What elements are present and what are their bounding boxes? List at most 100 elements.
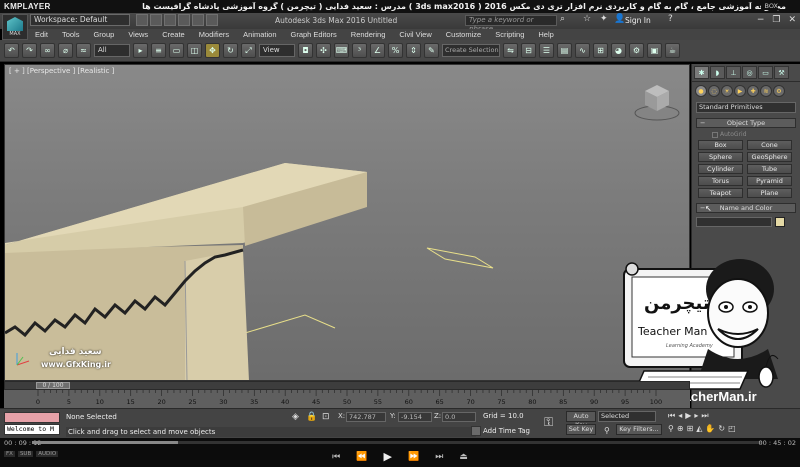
select-by-name-icon[interactable]: ≡ <box>151 43 166 58</box>
track-bar[interactable]: 0 5 10 15 20 25 30 35 40 45 50 55 60 65 70 75 80 85 90 95 10… <box>4 390 690 408</box>
search-icon[interactable]: ⌕ <box>560 14 565 24</box>
maximize-viewport-icon[interactable]: ◰ <box>728 424 736 433</box>
player-next-icon[interactable]: ⏭ <box>435 452 443 462</box>
menu-graph-editors[interactable]: Graph Editors <box>284 30 344 39</box>
play-animation-icon[interactable]: ▶ <box>685 411 691 421</box>
time-slider[interactable]: 0 / 100 <box>4 381 690 390</box>
select-and-scale-icon[interactable]: ⤢ <box>241 43 256 58</box>
unlink-icon[interactable]: ⌀ <box>58 43 73 58</box>
go-to-end-icon[interactable]: ⏭ <box>701 411 708 421</box>
isolate-selection-icon[interactable]: ◈ <box>292 412 299 422</box>
exchange-icon[interactable]: ✦ <box>600 14 608 24</box>
percent-snap-icon[interactable]: % <box>388 43 403 58</box>
star-icon[interactable]: ☆ <box>583 14 591 24</box>
select-object-icon[interactable]: ▸ <box>133 43 148 58</box>
display-tab-icon[interactable]: ▭ <box>758 66 773 79</box>
menu-tools[interactable]: Tools <box>55 30 87 39</box>
systems-icon[interactable]: ⚙ <box>773 85 785 97</box>
help-icon[interactable]: ? <box>668 14 673 24</box>
window-crossing-icon[interactable]: ◫ <box>187 43 202 58</box>
render-setup-icon[interactable]: ⚙ <box>629 43 644 58</box>
bind-space-warp-icon[interactable]: ≈ <box>76 43 91 58</box>
menu-animation[interactable]: Animation <box>236 30 283 39</box>
lights-icon[interactable]: ☀ <box>721 85 733 97</box>
align-icon[interactable]: ⊟ <box>521 43 536 58</box>
spinner-snap-icon[interactable]: ⇕ <box>406 43 421 58</box>
menu-edit[interactable]: Edit <box>28 30 55 39</box>
player-corner-label[interactable]: BOX <box>760 2 778 10</box>
render-production-icon[interactable]: ☕ <box>665 43 680 58</box>
z-coord-field[interactable]: 0.0 <box>442 412 476 422</box>
selection-filter-dropdown[interactable]: All <box>94 44 130 57</box>
project-folder-icon[interactable] <box>206 14 218 26</box>
selection-lock-icon[interactable]: 🔒 <box>306 412 317 422</box>
graphite-ribbon-icon[interactable]: ▤ <box>557 43 572 58</box>
modify-tab-icon[interactable]: ◗ <box>710 66 725 79</box>
space-warps-icon[interactable]: ≋ <box>760 85 772 97</box>
select-manipulate-icon[interactable]: ✣ <box>316 43 331 58</box>
menu-customize[interactable]: Customize <box>439 30 488 39</box>
material-editor-icon[interactable]: ◕ <box>611 43 626 58</box>
reference-coordinate-dropdown[interactable]: View <box>259 44 295 57</box>
layer-manager-icon[interactable]: ☰ <box>539 43 554 58</box>
user-icon[interactable]: 👤 <box>614 14 625 24</box>
torus-button[interactable]: Torus <box>698 176 743 186</box>
tube-button[interactable]: Tube <box>747 164 792 174</box>
key-selection-dropdown[interactable]: Selected <box>598 411 656 422</box>
field-of-view-icon[interactable]: ◭ <box>696 424 702 433</box>
teapot-button[interactable]: Teapot <box>698 188 743 198</box>
pan-view-icon[interactable]: ✋ <box>705 424 715 433</box>
open-file-icon[interactable] <box>150 14 162 26</box>
named-selection-set-dropdown[interactable]: Create Selection Se <box>442 44 500 57</box>
mirror-icon[interactable]: ⇋ <box>503 43 518 58</box>
box-button[interactable]: Box <box>698 140 743 150</box>
cylinder-button[interactable]: Cylinder <box>698 164 743 174</box>
zoom-icon[interactable]: ⚲ <box>668 424 674 433</box>
menu-group[interactable]: Group <box>86 30 121 39</box>
utilities-tab-icon[interactable]: ⚒ <box>774 66 789 79</box>
menu-views[interactable]: Views <box>121 30 155 39</box>
geometry-icon[interactable]: ● <box>695 85 707 97</box>
add-time-tag-button[interactable]: Add Time Tag <box>483 427 530 435</box>
auto-key-button[interactable]: Auto Key <box>566 411 596 429</box>
select-and-rotate-icon[interactable]: ↻ <box>223 43 238 58</box>
undo-icon[interactable]: ↶ <box>4 43 19 58</box>
menu-rendering[interactable]: Rendering <box>344 30 393 39</box>
new-file-icon[interactable] <box>136 14 148 26</box>
menu-help[interactable]: Help <box>531 30 560 39</box>
keyboard-shortcut-icon[interactable]: ⌨ <box>334 43 349 58</box>
zoom-extents-icon[interactable]: ⊞ <box>687 424 694 433</box>
menu-civil-view[interactable]: Civil View <box>392 30 438 39</box>
viewport-label[interactable]: [ + ] [Perspective ] [Realistic ] <box>9 67 114 75</box>
player-forward-icon[interactable]: ⏩ <box>408 452 419 462</box>
create-tab-icon[interactable]: ✱ <box>694 66 709 79</box>
player-previous-icon[interactable]: ⏮ <box>332 452 340 462</box>
cameras-icon[interactable]: ▶ <box>734 85 746 97</box>
set-keys-icon[interactable]: ⚿ <box>544 415 553 430</box>
select-and-move-icon[interactable]: ✥ <box>205 43 220 58</box>
minimize-button[interactable]: − <box>757 15 765 25</box>
y-coord-field[interactable]: -9.154 <box>398 412 432 422</box>
undo-icon[interactable] <box>178 14 190 26</box>
link-icon[interactable]: ∞ <box>40 43 55 58</box>
schematic-view-icon[interactable]: ⊞ <box>593 43 608 58</box>
perspective-viewport[interactable]: [ + ] [Perspective ] [Realistic ] سعید ف… <box>4 64 690 381</box>
application-menu-button[interactable]: MAX <box>2 14 28 40</box>
player-seek-bar[interactable] <box>32 441 762 444</box>
plane-button[interactable]: Plane <box>747 188 792 198</box>
geosphere-button[interactable]: GeoSphere <box>747 152 792 162</box>
sign-in-button[interactable]: Sign In <box>625 16 651 25</box>
x-coord-field[interactable]: 742.787 <box>346 412 386 422</box>
player-rewind-icon[interactable]: ⏪ <box>356 452 367 462</box>
maxscript-mini-listener[interactable] <box>4 412 60 423</box>
cone-button[interactable]: Cone <box>747 140 792 150</box>
curve-editor-icon[interactable]: ∿ <box>575 43 590 58</box>
sphere-button[interactable]: Sphere <box>698 152 743 162</box>
viewcube-icon[interactable] <box>634 85 680 121</box>
menu-create[interactable]: Create <box>155 30 192 39</box>
rectangular-selection-icon[interactable]: ▭ <box>169 43 184 58</box>
snaps-toggle-icon[interactable]: ³ <box>352 43 367 58</box>
previous-frame-icon[interactable]: ◂ <box>678 411 682 421</box>
next-frame-icon[interactable]: ▸ <box>694 411 698 421</box>
zoom-all-icon[interactable]: ⊕ <box>677 424 684 433</box>
